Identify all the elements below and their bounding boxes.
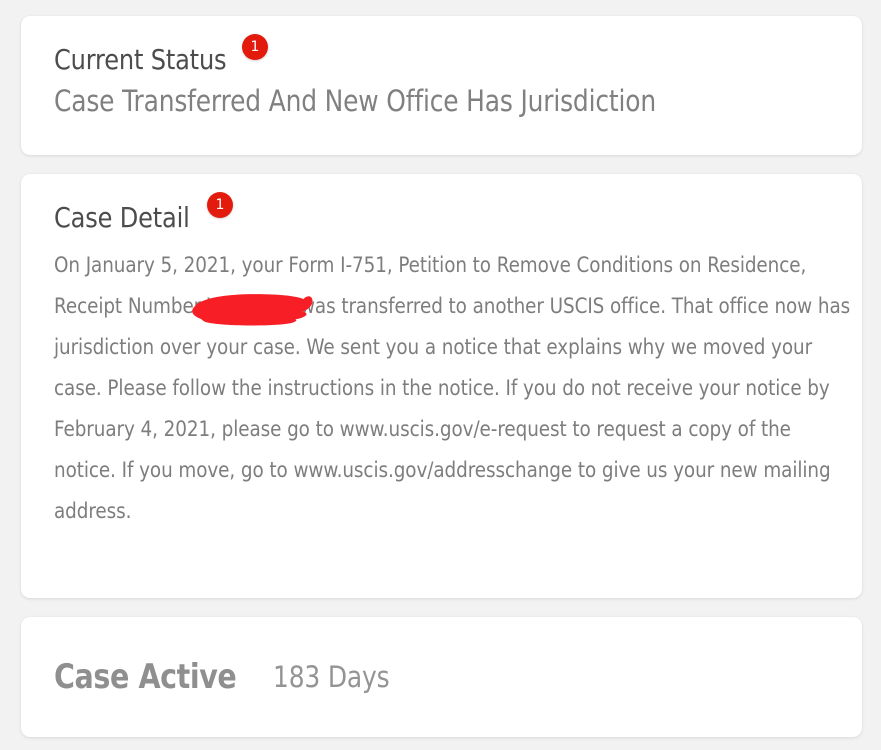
current-status-card: Current Status 1 Case Transferred And Ne… [21,16,862,155]
current-status-label: Current Status [54,43,227,76]
case-active-title: Case Active [54,657,237,697]
case-active-days: 183 Days [273,660,390,694]
case-detail-label: Case Detail [54,201,190,234]
case-detail-label-row: Case Detail 1 [54,192,233,234]
status-notification-badge[interactable]: 1 [242,34,268,60]
detail-notification-badge[interactable]: 1 [207,192,233,218]
case-status-page: Current Status 1 Case Transferred And Ne… [0,0,881,750]
current-status-value: Case Transferred And New Office Has Juri… [54,84,656,118]
case-detail-body: On January 5, 2021, your Form I-751, Pet… [54,245,853,532]
case-detail-card: Case Detail 1 On January 5, 2021, your F… [21,174,862,598]
case-active-card: Case Active 183 Days [21,617,862,737]
case-detail-paragraph: On January 5, 2021, your Form I-751, Pet… [54,253,851,524]
current-status-label-row: Current Status 1 [54,34,268,76]
